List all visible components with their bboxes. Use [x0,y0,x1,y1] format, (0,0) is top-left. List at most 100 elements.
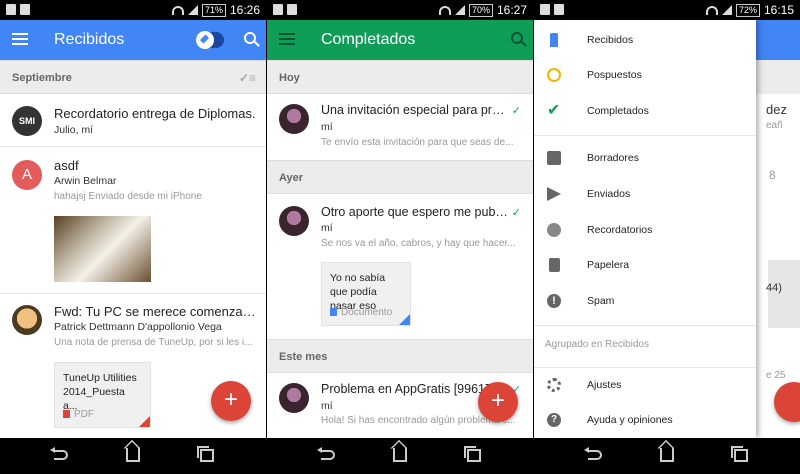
doc-icon [330,308,337,316]
clock: 16:27 [496,3,527,17]
recent-apps-icon[interactable] [197,446,214,462]
drawer-item-drafts[interactable]: Borradores [534,141,756,177]
item-snippet: Una nota de prensa de TuneUp, por si les… [54,337,253,348]
page-title: Recibidos [54,31,125,48]
attachment-card[interactable]: TuneUp Utilities 2014_Puesta a... PDF [54,362,151,428]
drawer-item-label: Recibidos [587,34,634,46]
system-nav-bar [267,438,533,474]
menu-icon[interactable] [12,33,28,45]
divider [534,135,756,136]
pdf-icon [63,410,70,418]
attachment-fold [139,416,150,427]
image-icon [554,4,564,15]
battery-level: 70% [468,3,493,17]
back-icon[interactable] [50,447,68,460]
group-label: Agrupado en Recibidos [545,339,649,350]
item-title: Otro aporte que espero me publiquen... [321,205,509,219]
spam-icon: ! [547,294,561,308]
drawer-item-spam[interactable]: ! Spam [534,284,756,320]
done-check-icon: ✓ [511,105,521,117]
page-title: Completados [321,31,416,48]
clock: 16:26 [229,3,260,17]
sweep-icon[interactable]: ✓≡ [239,71,256,85]
home-icon[interactable] [126,448,140,462]
item-sender: mí [321,121,333,133]
attachment-type: PDF [74,409,94,420]
drawer-screen: 72% 16:15 dez eañ 8 44) e 25 Recibidos P… [534,0,800,474]
wifi-icon [438,5,451,15]
item-sender: Julio, mí [54,124,94,136]
item-sender: Arwin Belmar [54,175,117,187]
background-text: dez [766,102,787,117]
avatar [279,383,309,413]
item-sender: Patrick Dettmann D'appollonio Vega [54,321,222,333]
item-title: asdf [54,158,79,173]
drawer-item-label: Papelera [587,259,630,271]
compose-button[interactable]: + [211,381,251,421]
attachment-title: TuneUp Utilities 2014_Puesta a... [63,372,137,412]
drawer-item-done[interactable]: ✔ Completados [534,94,756,130]
done-screen: 70% 16:27 Completados Hoy Una invitación… [267,0,533,474]
drawer-item-label: Ajustes [587,379,622,391]
background-text: 8 [769,168,776,182]
list-item[interactable]: Otro aporte que espero me publiquen... ✓… [267,194,533,339]
recent-apps-icon[interactable] [464,446,481,462]
back-icon[interactable] [584,447,602,460]
drawer-item-label: Borradores [587,152,639,164]
list-item[interactable]: Una invitación especial para probar... ✓… [267,94,533,160]
back-icon[interactable] [317,447,335,460]
menu-icon[interactable] [279,33,295,45]
drawer-item-help[interactable]: ? Ayuda y opiniones [534,403,756,439]
avatar: A [12,160,42,190]
wifi-icon [705,5,718,15]
list-item[interactable]: A asdf Arwin Belmar hahajsj Enviado desd… [0,148,266,294]
photo-attachment[interactable] [54,216,151,282]
check-icon: ✔ [547,102,561,119]
drawer-item-reminders[interactable]: Recordatorios [534,213,756,249]
done-check-icon: ✓ [511,207,521,219]
search-icon[interactable] [244,32,256,44]
search-icon[interactable] [511,32,523,44]
signal-icon [721,5,732,15]
pinned-toggle[interactable] [196,31,224,49]
drawer-item-sent[interactable]: Enviados [534,177,756,213]
navigation-drawer: Recibidos Pospuestos ✔ Completados Borra… [534,20,756,438]
signal-icon [454,5,465,15]
drawer-item-label: Spam [587,295,615,307]
image-icon [20,4,30,15]
signal-icon [187,5,198,15]
item-snippet: Te envío esta invitación para que seas d… [321,137,514,148]
avatar [279,206,309,236]
attachment-card[interactable]: Yo no sabía que podía pasar eso Document… [321,262,411,326]
item-snippet: Se nos va el año, cabros, y hay que hace… [321,238,516,249]
drawer-item-inbox[interactable]: Recibidos [534,23,756,59]
compose-button[interactable] [774,382,800,422]
compose-button[interactable]: + [478,382,518,422]
drawer-item-trash[interactable]: Papelera [534,248,756,284]
item-sender: mí [321,222,333,234]
notification-icon [6,4,16,15]
system-nav-bar [534,438,800,474]
recent-apps-icon[interactable] [731,446,748,462]
drawer-item-snoozed[interactable]: Pospuestos [534,58,756,94]
trash-icon [549,258,560,272]
drawer-item-settings[interactable]: Ajustes [534,368,756,404]
section-header: Ayer [267,160,533,194]
notification-icon [273,4,283,15]
section-label: Hoy [279,72,300,84]
clock-icon [547,68,561,82]
status-bar: 72% 16:15 [534,0,800,20]
app-toolbar: Recibidos [0,20,266,60]
app-toolbar: Completados [267,20,533,60]
section-header: Septiembre ✓≡ [0,60,266,94]
section-header: Hoy [267,60,533,94]
item-title: Una invitación especial para probar... [321,103,509,117]
background-card [768,260,800,328]
list-item[interactable]: SMI Recordatorio entrega de Diplomas. Ju… [0,94,266,147]
background-text: e 25 [766,370,786,381]
inbox-screen: 71% 16:26 Recibidos Septiembre ✓≡ SMI Re… [0,0,266,474]
avatar: SMI [12,106,42,136]
home-icon[interactable] [660,448,674,462]
home-icon[interactable] [393,448,407,462]
pin-icon [196,31,214,49]
